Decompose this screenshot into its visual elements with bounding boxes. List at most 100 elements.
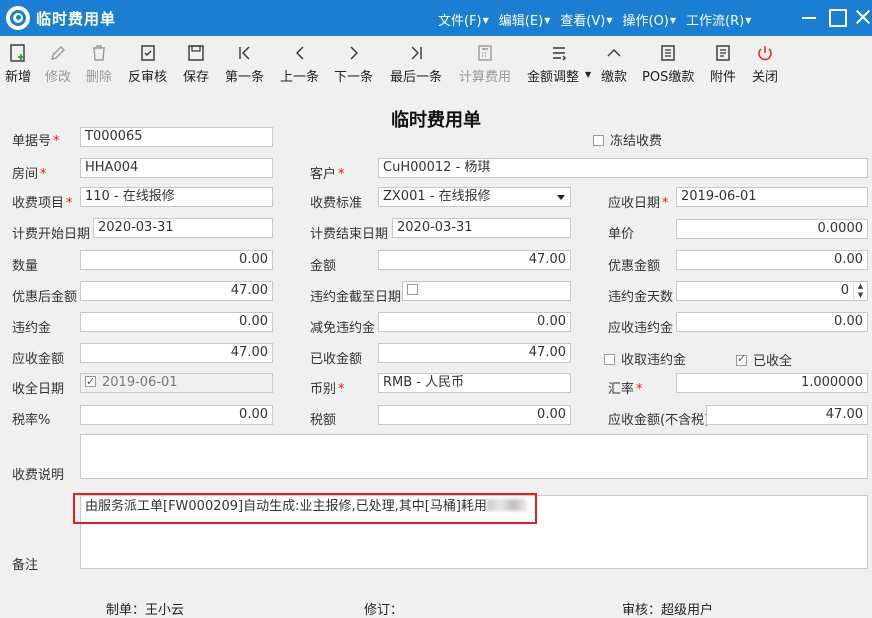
trash-icon (93, 45, 105, 61)
checkbox-checked-icon (736, 352, 747, 366)
tax-label: 税额 (310, 413, 337, 428)
customer-input[interactable]: CuH00012 - 杨琪 (378, 158, 868, 178)
amount-adjust-button[interactable]: 金额调整 ▼ (527, 42, 591, 85)
after-discount-label: 优惠后金额 (12, 290, 78, 305)
receivable-label: 应收金额 (12, 352, 65, 367)
fee-standard-select[interactable]: ZX001 - 在线报修 (378, 187, 571, 207)
new-button[interactable]: 新增 (5, 42, 31, 85)
minimize-icon[interactable] (800, 8, 818, 26)
collect-penalty-checkbox[interactable]: 收取违约金 (604, 349, 686, 368)
penalty-until-input[interactable] (402, 281, 571, 301)
penalty-receivable-label: 应收违约金 (608, 321, 674, 336)
highlight-annotation (73, 493, 537, 524)
menu-edit[interactable]: 编辑(E)▼ (499, 10, 551, 29)
tax-rate-label: 税率% (12, 413, 51, 428)
fee-desc-textarea[interactable] (80, 434, 868, 479)
discount-label: 优惠金额 (608, 259, 661, 274)
maximize-icon[interactable] (828, 8, 847, 27)
full-date-input: 2019-06-01 (80, 373, 273, 393)
checkbox-icon (604, 354, 615, 365)
freeze-checkbox[interactable]: 冻结收费 (593, 130, 662, 149)
app-logo-icon (6, 6, 30, 30)
checkbox-checked-icon (85, 374, 96, 391)
rate-input[interactable]: 1.000000 (676, 373, 868, 393)
checkbox-icon (407, 284, 418, 295)
save-button[interactable]: 保存 (183, 42, 209, 85)
revise-text: 修订： (364, 603, 404, 618)
currency-label: 币别 * (310, 382, 345, 397)
menu-file[interactable]: 文件(F)▼ (438, 10, 489, 29)
amount-label: 金额 (310, 259, 337, 274)
close-window-icon[interactable] (854, 8, 872, 26)
amount-input[interactable]: 47.00 (378, 250, 571, 270)
received-label: 已收金额 (310, 352, 363, 367)
after-discount-input[interactable]: 47.00 (80, 281, 273, 301)
chevron-up-icon (607, 49, 621, 57)
penalty-label: 违约金 (12, 321, 52, 336)
close-button[interactable]: 关闭 (752, 42, 778, 85)
penalty-input[interactable]: 0.00 (80, 312, 273, 332)
toolbar: 新增 修改 删除 反审核 保存 第一条 上一条 下一条 最后一条 计算费用 金额… (0, 36, 872, 92)
due-date-label: 应收日期 * (608, 196, 669, 211)
attachment-button[interactable]: 附件 (710, 42, 736, 85)
first-record-button[interactable]: 第一条 (225, 42, 264, 85)
menu-bar: 文件(F)▼ 编辑(E)▼ 查看(V)▼ 操作(O)▼ 工作流(R)▼ (438, 10, 761, 29)
pos-pay-button[interactable]: POS缴款 (642, 42, 694, 85)
delete-button[interactable]: 删除 (86, 42, 112, 85)
receivable-ex-tax-input[interactable]: 47.00 (706, 405, 868, 425)
chevron-left-icon (295, 46, 303, 60)
checkbox-icon (593, 135, 604, 146)
pos-icon (661, 45, 675, 61)
quantity-label: 数量 (12, 259, 39, 274)
unit-price-input[interactable]: 0.0000 (676, 219, 868, 239)
edit-button[interactable]: 修改 (45, 42, 71, 85)
calculator-icon (478, 45, 492, 61)
room-input[interactable]: HHA004 (80, 158, 273, 178)
window-title: 临时费用单 (36, 10, 117, 28)
fully-received-checkbox[interactable]: 已收全 (736, 350, 792, 369)
menu-operation[interactable]: 操作(O)▼ (623, 10, 677, 29)
tax-input[interactable]: 0.00 (378, 405, 571, 425)
pencil-icon (51, 46, 65, 60)
calc-fee-button[interactable]: 计算费用 (459, 42, 511, 85)
penalty-receivable-input[interactable]: 0.00 (676, 312, 868, 332)
tax-rate-input[interactable]: 0.00 (80, 405, 273, 425)
menu-workflow[interactable]: 工作流(R)▼ (686, 10, 751, 29)
last-icon (411, 46, 422, 60)
auditor-text: 审核：超级用户 (622, 603, 714, 618)
unapprove-icon (140, 45, 155, 61)
last-record-button[interactable]: 最后一条 (390, 42, 442, 85)
fee-desc-label: 收费说明 (12, 468, 65, 483)
adjust-icon (553, 47, 567, 61)
menu-view[interactable]: 查看(V)▼ (560, 10, 612, 29)
unit-price-label: 单价 (608, 227, 635, 242)
receivable-input[interactable]: 47.00 (80, 343, 273, 363)
currency-input[interactable]: RMB - 人民币 (378, 373, 571, 393)
prev-record-button[interactable]: 上一条 (280, 42, 319, 85)
received-input[interactable]: 47.00 (378, 343, 571, 363)
power-icon (758, 46, 772, 61)
next-record-button[interactable]: 下一条 (334, 42, 373, 85)
pay-button[interactable]: 缴款 (601, 42, 627, 85)
chevron-right-icon (350, 46, 358, 60)
maker-text: 制单：王小云 (106, 603, 185, 618)
receivable-ex-tax-label: 应收金额(不含税) (608, 413, 710, 428)
rate-label: 汇率 * (608, 382, 643, 397)
attachment-icon (716, 45, 730, 61)
end-date-label: 计费结束日期 (310, 227, 389, 242)
unapprove-button[interactable]: 反审核 (128, 42, 167, 85)
doc-no-label: 单据号 * (12, 134, 60, 149)
penalty-days-stepper[interactable]: 0 ▲ ▼ (676, 281, 868, 301)
fee-item-input[interactable]: 110 - 在线报修 (80, 187, 273, 207)
first-icon (238, 46, 249, 60)
penalty-waived-input[interactable]: 0.00 (378, 312, 571, 332)
discount-input[interactable]: 0.00 (676, 250, 868, 270)
fee-item-label: 收费项目 * (12, 196, 73, 211)
start-date-input[interactable]: 2020-03-31 (93, 218, 273, 238)
full-date-label: 收全日期 (12, 382, 65, 397)
due-date-input[interactable]: 2019-06-01 (676, 187, 868, 207)
room-label: 房间 * (12, 167, 47, 182)
end-date-input[interactable]: 2020-03-31 (392, 218, 571, 238)
quantity-input[interactable]: 0.00 (80, 250, 273, 270)
doc-no-input[interactable]: T000065 (80, 127, 273, 147)
